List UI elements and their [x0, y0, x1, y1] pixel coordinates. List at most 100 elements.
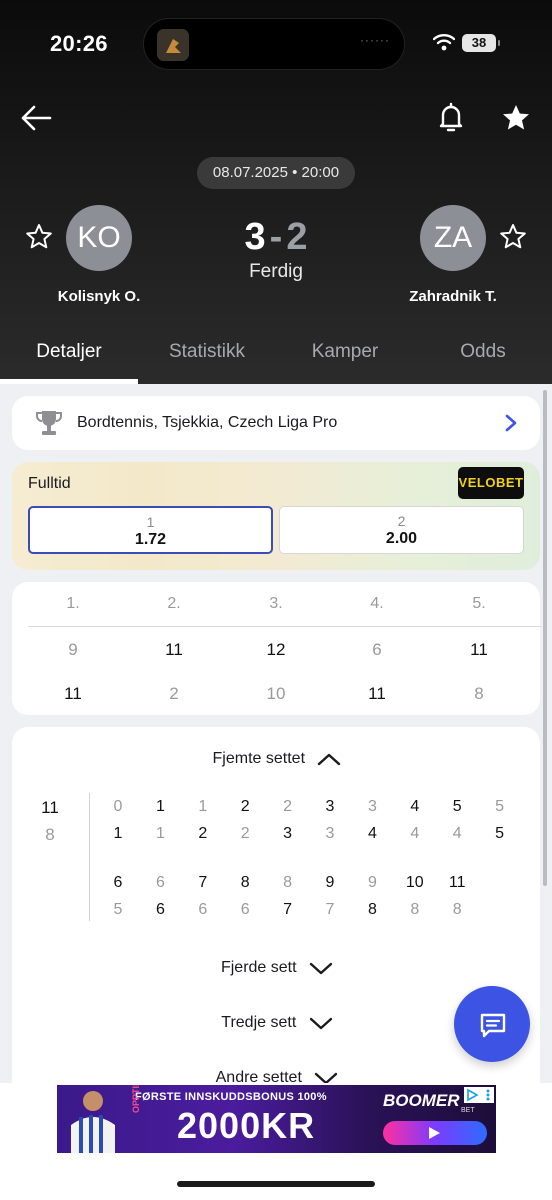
bell-icon[interactable] — [436, 100, 466, 136]
set-toggle-fifth[interactable]: Fjemte settet — [162, 750, 392, 768]
away-set-score: 8 — [474, 684, 484, 703]
active-tab-indicator — [0, 379, 138, 384]
set-scores-card: 1. 2. 3. 4. 5. 9 11 12 6 11 11 2 10 11 8 — [12, 582, 542, 715]
set-divider — [28, 626, 542, 627]
match-score: 3-2 — [216, 216, 336, 259]
home-team-star-icon[interactable] — [24, 222, 54, 252]
odd-away-label: 2 — [397, 513, 406, 529]
away-point-score: 2 — [198, 825, 208, 842]
home-score: 3 — [244, 216, 266, 258]
score-dash: - — [269, 216, 283, 258]
trophy-icon — [36, 411, 62, 435]
away-point-score: 6 — [198, 901, 208, 918]
set-header: 1. — [66, 595, 80, 612]
ad-brand-sub: BET — [461, 1107, 475, 1114]
home-point-score: 3 — [325, 798, 335, 815]
home-point-score: 4 — [410, 798, 420, 815]
status-time: 20:26 — [50, 31, 108, 56]
home-set-score: 11 — [470, 640, 488, 659]
ad-headline: FØRSTE INNSKUDDSBONUS 100% — [135, 1091, 327, 1103]
tab-odds[interactable]: Odds — [414, 341, 552, 363]
home-point-score: 9 — [367, 874, 377, 891]
away-point-score: 4 — [410, 825, 420, 842]
dynamic-island: ······ — [143, 18, 405, 70]
away-set-score: 11 — [64, 684, 82, 703]
away-point-score: 3 — [283, 825, 293, 842]
away-point-score: 1 — [113, 825, 123, 842]
away-set-score: 11 — [368, 684, 386, 703]
odd-away-button[interactable]: 2 2.00 — [279, 506, 524, 554]
home-point-score: 1 — [155, 798, 165, 815]
set-header: 2. — [167, 595, 181, 612]
league-name: Bordtennis, Tsjekkia, Czech Liga Pro — [77, 414, 338, 431]
set-header: 5. — [472, 595, 486, 612]
odd-home-button[interactable]: 1 1.72 — [28, 506, 273, 554]
match-date: 08.07.2025 • 20:00 — [197, 157, 355, 189]
wifi-icon — [433, 34, 455, 51]
home-point-score: 1 — [198, 798, 208, 815]
league-card[interactable]: Bordtennis, Tsjekkia, Czech Liga Pro — [12, 396, 540, 450]
odd-home-label: 1 — [146, 514, 155, 530]
favorite-star-icon[interactable] — [499, 100, 533, 136]
set-header: 3. — [269, 595, 283, 612]
home-point-score: 3 — [367, 798, 377, 815]
ad-banner[interactable]: FØRSTE INNSKUDDSBONUS 100% OPPTIL 2000KR… — [57, 1085, 496, 1153]
chat-icon — [480, 1013, 506, 1038]
tab-matches[interactable]: Kamper — [276, 341, 414, 363]
home-set-score: 6 — [372, 640, 382, 659]
chevron-up-icon — [318, 753, 341, 765]
away-point-score: 5 — [495, 825, 505, 842]
set-final-away: 8 — [45, 825, 55, 844]
away-point-score: 7 — [325, 901, 335, 918]
bookmaker-logo[interactable]: VELOBET — [458, 467, 524, 499]
home-point-score: 2 — [240, 798, 250, 815]
home-point-score: 6 — [155, 874, 165, 891]
away-point-score: 8 — [452, 901, 462, 918]
home-point-score: 10 — [405, 874, 424, 891]
home-team-avatar[interactable]: KO — [66, 205, 132, 271]
match-header: 20:26 ······ 38 08.07.2025 • 20:00 KO Ko… — [0, 0, 552, 384]
odd-away-value: 2.00 — [385, 530, 418, 547]
away-team-star-icon[interactable] — [498, 222, 528, 252]
home-set-score: 12 — [266, 640, 286, 659]
away-point-score: 8 — [367, 901, 377, 918]
odds-market-title: Fulltid — [28, 475, 71, 492]
island-indicator: ······ — [360, 33, 390, 47]
home-point-score: 5 — [452, 798, 462, 815]
chat-button[interactable] — [454, 986, 530, 1062]
home-set-score: 9 — [68, 640, 78, 659]
ad-brand: BOOMER — [383, 1091, 460, 1110]
home-point-score: 6 — [113, 874, 123, 891]
away-point-score: 4 — [452, 825, 462, 842]
home-indicator[interactable] — [177, 1181, 375, 1187]
ad-play-button[interactable] — [383, 1121, 487, 1145]
away-point-score: 2 — [240, 825, 250, 842]
back-arrow-icon[interactable] — [18, 100, 54, 136]
home-point-score: 8 — [240, 874, 250, 891]
away-point-score: 7 — [283, 901, 293, 918]
home-team-name[interactable]: Kolisnyk O. — [19, 288, 179, 305]
away-point-score: 8 — [410, 901, 420, 918]
set-toggle-fourth[interactable]: Fjerde sett — [162, 959, 392, 977]
away-set-score: 2 — [169, 684, 179, 703]
set-toggle-label: Fjerde sett — [220, 959, 297, 976]
match-status: Ferdig — [249, 261, 303, 282]
chevron-down-icon — [309, 1017, 332, 1029]
away-team-avatar[interactable]: ZA — [420, 205, 486, 271]
home-point-score: 7 — [198, 874, 208, 891]
ad-side-text: OPPTIL — [131, 1085, 141, 1113]
odds-card: Fulltid VELOBET 1 1.72 2 2.00 — [12, 462, 540, 570]
ad-player-image — [71, 1091, 115, 1153]
home-point-score: 8 — [283, 874, 293, 891]
tab-details[interactable]: Detaljer — [0, 341, 138, 363]
home-point-score: 11 — [448, 874, 466, 891]
set-toggle-third[interactable]: Tredje sett — [162, 1014, 392, 1032]
scrollbar[interactable] — [543, 390, 547, 886]
tab-statistics[interactable]: Statistikk — [138, 341, 276, 363]
home-point-score: 9 — [325, 874, 335, 891]
home-set-score: 11 — [165, 640, 183, 659]
ad-choices-icon[interactable] — [464, 1087, 494, 1103]
home-point-score: 0 — [113, 798, 123, 815]
away-team-name[interactable]: Zahradnik T. — [373, 288, 533, 305]
away-point-score: 3 — [325, 825, 335, 842]
